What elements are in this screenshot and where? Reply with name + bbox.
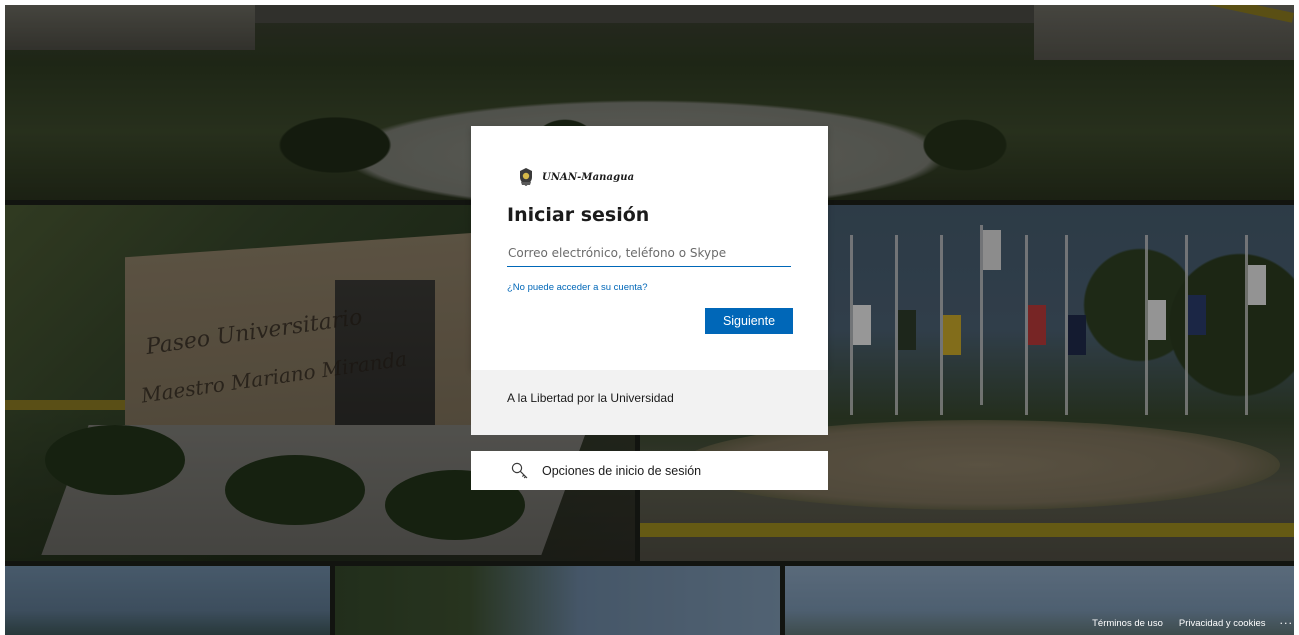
more-options-icon[interactable]: ··· [1280, 617, 1294, 630]
motto-text: A la Libertad por la Universidad [507, 391, 674, 405]
cant-access-account-link[interactable]: ¿No puede acceder a su cuenta? [507, 282, 647, 293]
footer: Términos de uso Privacidad y cookies ··· [1076, 615, 1293, 631]
unan-shield-logo-icon [518, 167, 534, 187]
motto-banner: A la Libertad por la Universidad [471, 370, 828, 435]
email-input[interactable] [507, 240, 791, 267]
signin-options-button[interactable]: Opciones de inicio de sesión [471, 451, 828, 490]
brand-name: UNAN-Managua [542, 171, 635, 183]
signin-options-label: Opciones de inicio de sesión [542, 463, 702, 478]
privacy-cookies-link[interactable]: Privacidad y cookies [1179, 618, 1266, 629]
signin-card: UNAN-Managua Iniciar sesión ¿No puede ac… [471, 126, 828, 370]
brand-logo: UNAN-Managua [518, 166, 634, 188]
key-search-icon [510, 461, 530, 481]
page-title: Iniciar sesión [507, 204, 650, 226]
terms-of-use-link[interactable]: Términos de uso [1092, 618, 1163, 629]
next-button[interactable]: Siguiente [705, 308, 793, 334]
